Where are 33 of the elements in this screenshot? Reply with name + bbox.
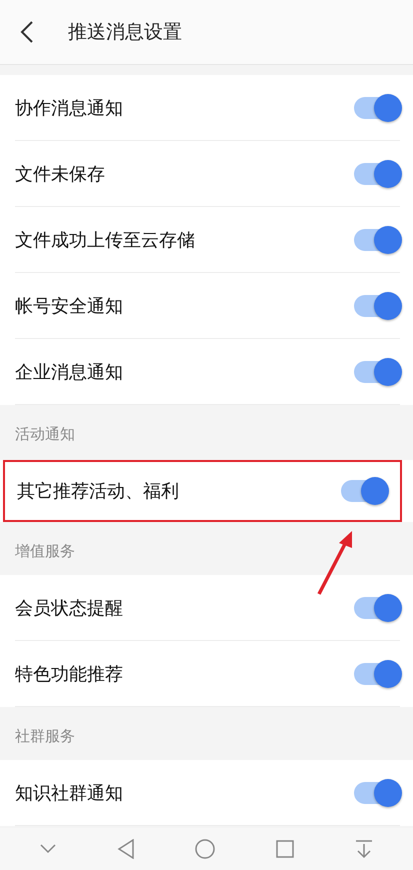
chevron-down-icon xyxy=(40,844,56,854)
download-arrow-icon xyxy=(354,839,373,859)
toggle-switch[interactable] xyxy=(354,596,400,618)
setting-label: 文件成功上传至云存储 xyxy=(15,228,195,252)
back-icon xyxy=(20,20,34,44)
toggle-switch[interactable] xyxy=(354,96,400,118)
triangle-back-icon xyxy=(116,839,135,859)
toggle-switch[interactable] xyxy=(354,162,400,184)
setting-label: 会员状态提醒 xyxy=(15,596,123,620)
setting-label: 文件未保存 xyxy=(15,162,105,186)
setting-label: 帐号安全通知 xyxy=(15,294,123,318)
toggle-switch[interactable] xyxy=(354,360,400,382)
setting-label: 特色功能推荐 xyxy=(15,662,123,686)
page-title: 推送消息设置 xyxy=(68,20,182,45)
setting-label: 知识社群通知 xyxy=(15,782,123,804)
toggle-switch[interactable] xyxy=(341,480,387,502)
pull-down-button[interactable] xyxy=(354,839,373,859)
home-button[interactable] xyxy=(195,839,216,859)
collapse-button[interactable] xyxy=(40,844,56,854)
section-title: 社群服务 xyxy=(15,727,75,746)
back-nav-button[interactable] xyxy=(116,839,135,859)
recents-button[interactable] xyxy=(276,840,294,858)
setting-label: 其它推荐活动、福利 xyxy=(17,480,179,503)
setting-label: 协作消息通知 xyxy=(15,96,123,120)
toggle-switch[interactable] xyxy=(354,662,400,684)
section-title: 增值服务 xyxy=(15,542,75,561)
toggle-switch[interactable] xyxy=(354,782,400,804)
setting-label: 企业消息通知 xyxy=(15,360,123,384)
toggle-switch[interactable] xyxy=(354,294,400,316)
square-icon xyxy=(276,840,294,858)
section-title: 活动通知 xyxy=(15,425,75,444)
toggle-switch[interactable] xyxy=(354,228,400,250)
circle-home-icon xyxy=(195,839,216,859)
